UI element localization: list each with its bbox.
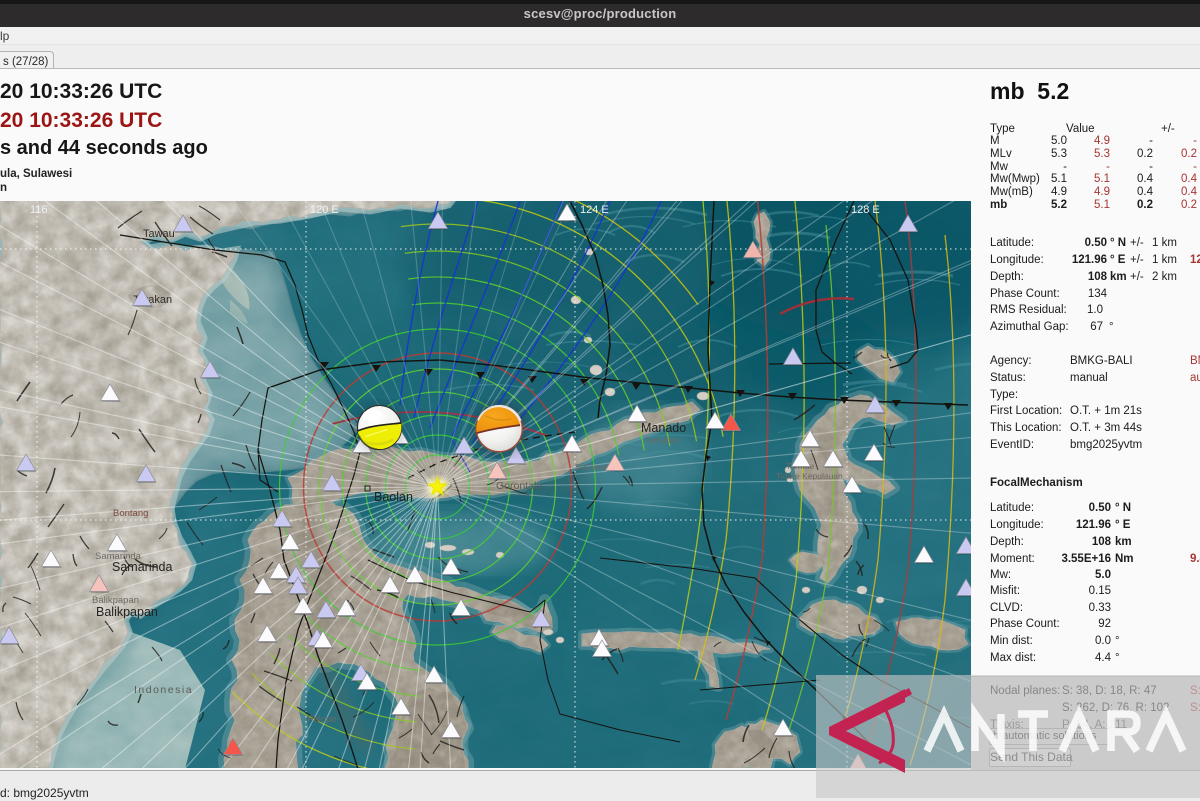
svg-text:Indonesia: Indonesia — [134, 684, 193, 696]
svg-text:116: 116 — [30, 204, 48, 216]
svg-text:Manado: Manado — [641, 421, 686, 435]
svg-text:Gorontalo: Gorontalo — [496, 480, 542, 492]
svg-text:Tomohon: Tomohon — [645, 435, 680, 445]
svg-text:Baolan: Baolan — [374, 490, 413, 504]
svg-text:Tidore Kepulauan: Tidore Kepulauan — [776, 471, 843, 481]
svg-text:120 E: 120 E — [310, 204, 339, 216]
svg-text:Tawau: Tawau — [143, 228, 175, 240]
svg-text:Balikpapan: Balikpapan — [96, 605, 158, 619]
svg-text:128 E: 128 E — [851, 204, 880, 216]
svg-text:BoCimeh: BoCimeh — [575, 462, 610, 472]
svg-text:124 E: 124 E — [580, 204, 609, 216]
svg-text:Samarinda: Samarinda — [112, 560, 172, 574]
svg-text:Palopo: Palopo — [307, 714, 337, 725]
svg-text:Bontang: Bontang — [113, 508, 148, 519]
